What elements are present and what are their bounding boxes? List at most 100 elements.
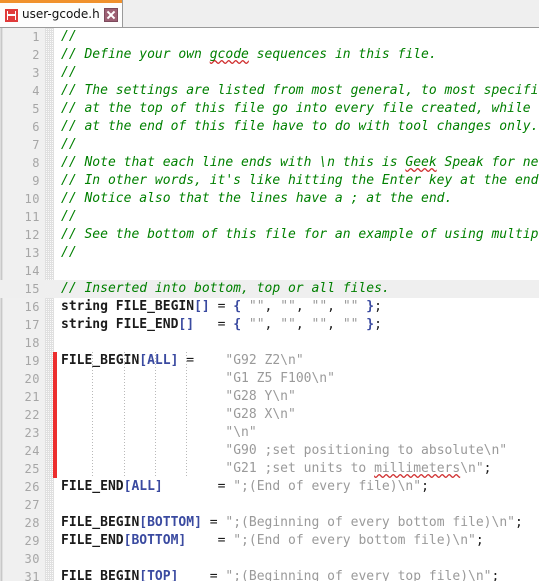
code-line[interactable]: 29 FILE_END[BOTTOM] = ";(End of every bot… — [0, 532, 539, 550]
line-text: // at the top of this file go into every… — [61, 100, 539, 118]
close-icon[interactable] — [103, 8, 118, 22]
token-punc: , — [327, 299, 335, 314]
token-bracket: [BOTTOM] — [139, 515, 202, 530]
token-bracket: [] — [178, 317, 195, 332]
token-ident: FILE_BEGIN — [61, 569, 140, 581]
code-content[interactable]: 1 // 2 // Define your own gcode sequences i… — [0, 28, 539, 581]
token-string: "G28 Y\n" — [225, 389, 296, 404]
token-comment-misspelled: gcode — [209, 47, 249, 62]
line-number: 3 — [32, 66, 40, 80]
code-line[interactable]: 25 "G21 ;set units to millimeters\n"; — [0, 460, 539, 478]
token-string: ";(End of every file)\n" — [233, 479, 422, 494]
line-number: 6 — [32, 120, 40, 134]
code-line[interactable]: 10 // Notice also that the lines have a ;… — [0, 190, 539, 208]
line-text: // — [61, 208, 539, 226]
code-line[interactable]: 2 // Define your own gcode sequences in t… — [0, 46, 539, 64]
token-punc: ; — [475, 533, 484, 548]
token-bracket: [TOP] — [139, 569, 179, 581]
code-line[interactable]: 24 "G90 ;set positioning to absolute\n" — [0, 442, 539, 460]
line-text: "G21 ;set units to millimeters\n"; — [61, 460, 539, 478]
code-line[interactable]: 18 — [0, 334, 539, 352]
token-punc: ; — [491, 569, 500, 581]
token-string: ";(Beginning of every top file)\n" — [225, 569, 492, 581]
token-string-misspelled: millimeters — [374, 461, 461, 476]
code-line[interactable]: 11 // — [0, 208, 539, 226]
line-text: "G28 Y\n" — [61, 388, 539, 406]
code-line[interactable]: 9 // In other words, it's like hitting th… — [0, 172, 539, 190]
code-line[interactable]: 12 // See the bottom of this file for an … — [0, 226, 539, 244]
code-line[interactable]: 14 — [0, 262, 539, 280]
code-line[interactable]: 20 "G1 Z5 F100\n" — [0, 370, 539, 388]
code-line[interactable]: 28 FILE_BEGIN[BOTTOM] = ";(Beginning of e… — [0, 514, 539, 532]
code-line[interactable]: 13 // — [0, 244, 539, 262]
editor-tab[interactable]: user-gcode.h — [0, 0, 123, 27]
line-number: 12 — [24, 228, 40, 242]
code-editor[interactable]: 1 // 2 // Define your own gcode sequences i… — [0, 28, 539, 581]
code-line[interactable]: 7 // — [0, 136, 539, 154]
line-number: 9 — [32, 174, 40, 188]
code-line[interactable]: 4 // The settings are listed from most ge… — [0, 82, 539, 100]
token-comment: // In other words, it's like hitting the… — [61, 173, 539, 188]
line-number: 23 — [24, 426, 40, 440]
code-line[interactable]: 26 FILE_END[ALL] = ";(End of every file)\… — [0, 478, 539, 496]
token-comment: // — [61, 245, 77, 260]
code-line[interactable]: 30 — [0, 550, 539, 568]
token-comment-misspelled: Geek — [405, 155, 437, 170]
code-line[interactable]: 23 "\n" — [0, 424, 539, 442]
code-line[interactable]: 22 "G28 X\n" — [0, 406, 539, 424]
code-line[interactable]: 27 — [0, 496, 539, 514]
code-line[interactable]: 31 FILE_BEGIN[TOP] = ";(Beginning of ever… — [0, 568, 539, 581]
token-comment: // — [61, 65, 77, 80]
line-number: 10 — [24, 192, 40, 206]
line-text: string FILE_BEGIN[] = { "", "", "", "" }… — [61, 298, 539, 316]
code-line[interactable]: 8 // Note that each line ends with \n thi… — [0, 154, 539, 172]
token-comment: // Define your own — [61, 47, 210, 62]
code-line[interactable]: 1 // — [0, 28, 539, 46]
token-comment: // — [61, 209, 77, 224]
line-number: 13 — [24, 246, 40, 260]
token-punc: ; — [374, 317, 382, 332]
line-text: // — [61, 64, 539, 82]
code-line[interactable]: 15 // Inserted into bottom, top or all fi… — [0, 280, 539, 298]
line-text: // — [61, 244, 539, 262]
token-string: "" — [248, 317, 265, 332]
token-ident: FILE_BEGIN — [115, 299, 195, 314]
code-line[interactable]: 17 string FILE_END[] = { "", "", "", "" }… — [0, 316, 539, 334]
line-number: 8 — [32, 156, 40, 170]
line-text: string FILE_END[] = { "", "", "", "" }; — [61, 316, 539, 334]
line-text: "\n" — [61, 424, 539, 442]
line-number: 1 — [32, 30, 40, 44]
token-keyword: string — [61, 317, 108, 332]
token-comment: // at the end of this file have to do wi… — [61, 119, 539, 134]
code-line[interactable]: 19 FILE_BEGIN[ALL] = "G92 Z2\n" — [0, 352, 539, 370]
code-line[interactable]: 5 // at the top of this file go into ever… — [0, 100, 539, 118]
tab-bar: user-gcode.h — [0, 0, 539, 28]
line-text: // In other words, it's like hitting the… — [61, 172, 539, 190]
token-comment: // Notice also that the lines have a ; a… — [61, 191, 453, 206]
line-number: 7 — [32, 138, 40, 152]
code-line[interactable]: 16 string FILE_BEGIN[] = { "", "", "", ""… — [0, 298, 539, 316]
token-string: "G21 ;set units to — [225, 461, 375, 476]
token-string: "G1 Z5 F100\n" — [225, 371, 335, 386]
token-punc: ; — [483, 461, 492, 476]
token-string: ";(End of every bottom file)\n" — [233, 533, 476, 548]
token-string: ";(Beginning of every bottom file)\n" — [225, 515, 515, 530]
code-line[interactable]: 21 "G28 Y\n" — [0, 388, 539, 406]
line-number: 28 — [24, 516, 40, 530]
code-line[interactable]: 6 // at the end of this file have to do w… — [0, 118, 539, 136]
token-ident: FILE_END — [115, 317, 179, 332]
token-punc: , — [295, 299, 304, 314]
token-bracket: [ALL] — [123, 479, 163, 494]
token-punc: , — [327, 317, 335, 332]
code-line[interactable]: 3 // — [0, 64, 539, 82]
